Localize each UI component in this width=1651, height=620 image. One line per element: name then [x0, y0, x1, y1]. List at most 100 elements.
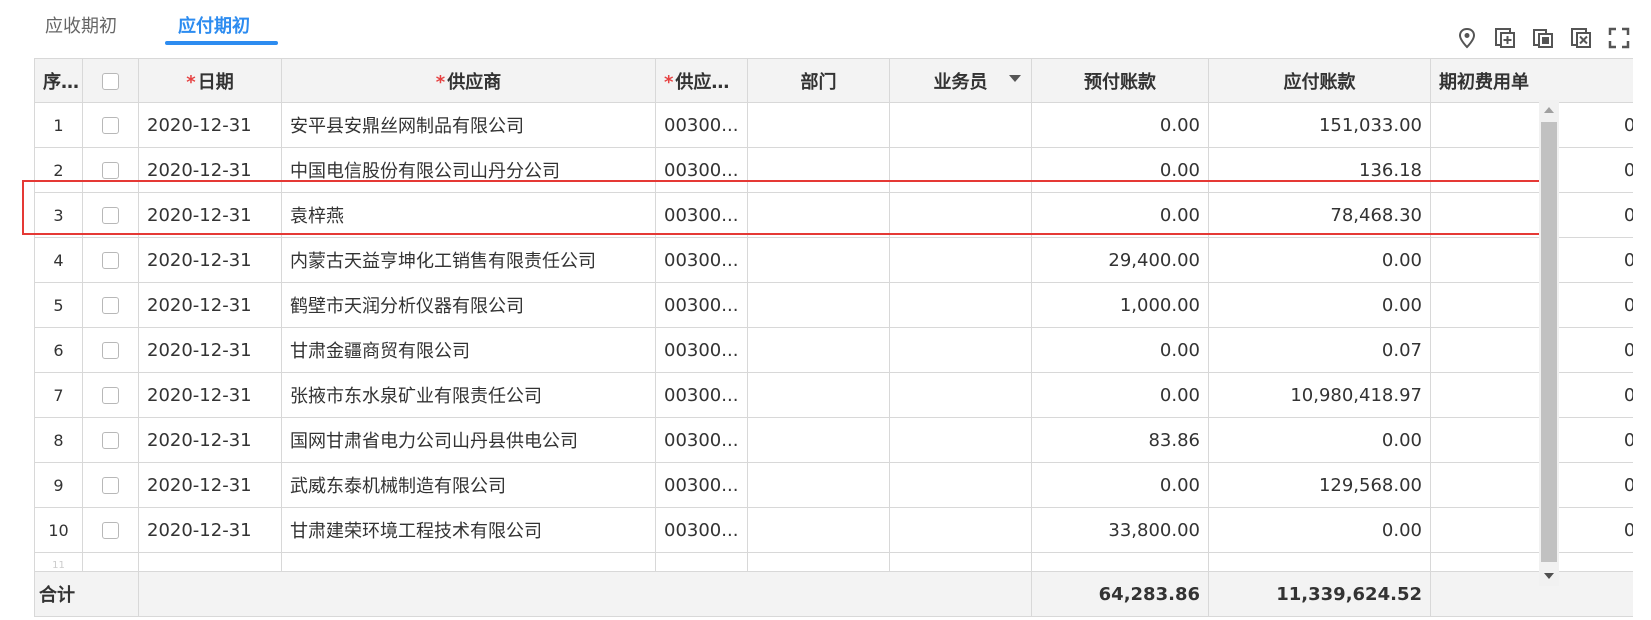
row-supplier[interactable]: 袁梓燕 — [281, 192, 656, 238]
row-supplier[interactable]: 安平县安鼎丝网制品有限公司 — [281, 102, 656, 148]
row-select[interactable] — [82, 417, 139, 463]
row-select[interactable] — [82, 327, 139, 373]
row-salesman[interactable] — [889, 147, 1032, 193]
row-supplier-code[interactable]: 00300... — [655, 372, 748, 418]
row-salesman[interactable] — [889, 417, 1032, 463]
row-payable[interactable]: 129,568.00 — [1208, 462, 1431, 508]
table-row[interactable]: 5 2020-12-31 鹤壁市天润分析仪器有限公司 00300... 1,000.00… — [34, 282, 1633, 328]
row-select[interactable] — [82, 462, 139, 508]
table-row[interactable]: 9 2020-12-31 武威东泰机械制造有限公司 00300... 0.00 129,5… — [34, 462, 1633, 508]
row-payable[interactable]: 0.00 — [1208, 417, 1431, 463]
row-date[interactable]: 2020-12-31 — [138, 462, 282, 508]
row-supplier[interactable]: 中国电信股份有限公司山丹分公司 — [281, 147, 656, 193]
col-header-expense[interactable]: 期初费用单 — [1430, 58, 1633, 103]
row-expense[interactable]: 0. — [1430, 417, 1633, 463]
row-supplier[interactable]: 鹤壁市天润分析仪器有限公司 — [281, 282, 656, 328]
delete-row-icon[interactable] — [1567, 24, 1595, 52]
row-date[interactable]: 2020-12-31 — [138, 372, 282, 418]
row-date[interactable]: 2020-12-31 — [138, 192, 282, 238]
row-payable[interactable]: 10,980,418.97 — [1208, 372, 1431, 418]
row-checkbox[interactable] — [102, 387, 119, 404]
col-header-prepaid[interactable]: 预付账款 — [1031, 58, 1209, 103]
row-payable[interactable]: 0.00 — [1208, 507, 1431, 553]
row-select[interactable] — [82, 237, 139, 283]
row-supplier-code[interactable]: 00300... — [655, 192, 748, 238]
select-all-checkbox[interactable] — [102, 72, 119, 90]
fullscreen-icon[interactable] — [1605, 24, 1633, 52]
vertical-scrollbar[interactable] — [1539, 100, 1559, 586]
row-dept[interactable] — [747, 372, 890, 418]
row-supplier[interactable]: 内蒙古天益亨坤化工销售有限责任公司 — [281, 237, 656, 283]
row-checkbox[interactable] — [102, 162, 119, 179]
row-salesman[interactable] — [889, 282, 1032, 328]
row-salesman[interactable] — [889, 102, 1032, 148]
col-header-date[interactable]: * 日期 — [138, 58, 282, 103]
row-supplier-code[interactable]: 00300... — [655, 507, 748, 553]
table-row[interactable]: 4 2020-12-31 内蒙古天益亨坤化工销售有限责任公司 00300... 29,4… — [34, 237, 1633, 283]
table-row[interactable]: 8 2020-12-31 国网甘肃省电力公司山丹县供电公司 00300... 83.86… — [34, 417, 1633, 463]
row-prepaid[interactable]: 0.00 — [1031, 192, 1209, 238]
table-row[interactable]: 3 2020-12-31袁梓燕00300... 0.0078,468.300. — [34, 192, 1633, 238]
scrollbar-thumb[interactable] — [1541, 122, 1557, 562]
row-dept[interactable] — [747, 327, 890, 373]
row-date[interactable]: 2020-12-31 — [138, 282, 282, 328]
table-row[interactable]: 7 2020-12-31 张掖市东水泉矿业有限责任公司 00300... 0.00 10,… — [34, 372, 1633, 418]
row-date[interactable]: 2020-12-31 — [138, 507, 282, 553]
col-header-dept[interactable]: 部门 — [747, 58, 890, 103]
row-salesman[interactable] — [889, 507, 1032, 553]
row-prepaid[interactable]: 83.86 — [1031, 417, 1209, 463]
table-row[interactable]: 6 2020-12-31甘肃金疆商贸有限公司00300... 0.000.070. — [34, 327, 1633, 373]
row-supplier-code[interactable]: 00300... — [655, 147, 748, 193]
table-row[interactable]: 10 2020-12-31 甘肃建荣环境工程技术有限公司 00300... 33,800… — [34, 507, 1633, 553]
row-prepaid[interactable]: 0.00 — [1031, 102, 1209, 148]
row-salesman[interactable] — [889, 462, 1032, 508]
col-header-supplier[interactable]: * 供应商 — [281, 58, 656, 103]
row-payable[interactable]: 136.18 — [1208, 147, 1431, 193]
row-expense[interactable]: 0. — [1430, 282, 1633, 328]
row-checkbox[interactable] — [102, 477, 119, 494]
row-salesman[interactable] — [889, 372, 1032, 418]
row-prepaid[interactable]: 0.00 — [1031, 372, 1209, 418]
row-salesman[interactable] — [889, 192, 1032, 238]
row-supplier[interactable]: 武威东泰机械制造有限公司 — [281, 462, 656, 508]
row-dept[interactable] — [747, 462, 890, 508]
row-supplier[interactable]: 甘肃金疆商贸有限公司 — [281, 327, 656, 373]
row-supplier-code[interactable]: 00300... — [655, 327, 748, 373]
row-prepaid[interactable]: 29,400.00 — [1031, 237, 1209, 283]
row-dept[interactable] — [747, 417, 890, 463]
row-dept[interactable] — [747, 147, 890, 193]
row-select[interactable] — [82, 102, 139, 148]
row-payable[interactable]: 0.00 — [1208, 282, 1431, 328]
row-expense[interactable]: 0. — [1430, 372, 1633, 418]
row-supplier-code[interactable]: 00300... — [655, 102, 748, 148]
row-select[interactable] — [82, 147, 139, 193]
row-payable[interactable]: 0.07 — [1208, 327, 1431, 373]
col-header-payable[interactable]: 应付账款 — [1208, 58, 1431, 103]
row-payable[interactable]: 151,033.00 — [1208, 102, 1431, 148]
row-supplier[interactable]: 张掖市东水泉矿业有限责任公司 — [281, 372, 656, 418]
row-prepaid[interactable]: 33,800.00 — [1031, 507, 1209, 553]
scroll-up-icon[interactable] — [1544, 107, 1554, 113]
row-payable[interactable]: 78,468.30 — [1208, 192, 1431, 238]
row-supplier[interactable]: 国网甘肃省电力公司山丹县供电公司 — [281, 417, 656, 463]
row-supplier-code[interactable]: 00300... — [655, 417, 748, 463]
row-expense[interactable]: 0. — [1430, 102, 1633, 148]
row-expense[interactable]: 0. — [1430, 327, 1633, 373]
add-row-icon[interactable] — [1491, 24, 1519, 52]
copy-row-icon[interactable] — [1529, 24, 1557, 52]
tab-receivable-opening[interactable]: 应收期初 — [45, 12, 117, 38]
row-prepaid[interactable]: 0.00 — [1031, 147, 1209, 193]
row-expense[interactable]: 0. — [1430, 507, 1633, 553]
row-date[interactable]: 2020-12-31 — [138, 237, 282, 283]
row-date[interactable]: 2020-12-31 — [138, 147, 282, 193]
row-checkbox[interactable] — [102, 297, 119, 314]
row-select[interactable] — [82, 507, 139, 553]
row-payable[interactable]: 0.00 — [1208, 237, 1431, 283]
row-expense[interactable]: 0. — [1430, 192, 1633, 238]
row-dept[interactable] — [747, 192, 890, 238]
row-prepaid[interactable]: 0.00 — [1031, 462, 1209, 508]
col-header-supplier-code[interactable]: * 供应商... — [655, 58, 748, 103]
row-expense[interactable]: 0. — [1430, 147, 1633, 193]
scroll-down-icon[interactable] — [1544, 573, 1554, 579]
row-supplier-code[interactable]: 00300... — [655, 462, 748, 508]
